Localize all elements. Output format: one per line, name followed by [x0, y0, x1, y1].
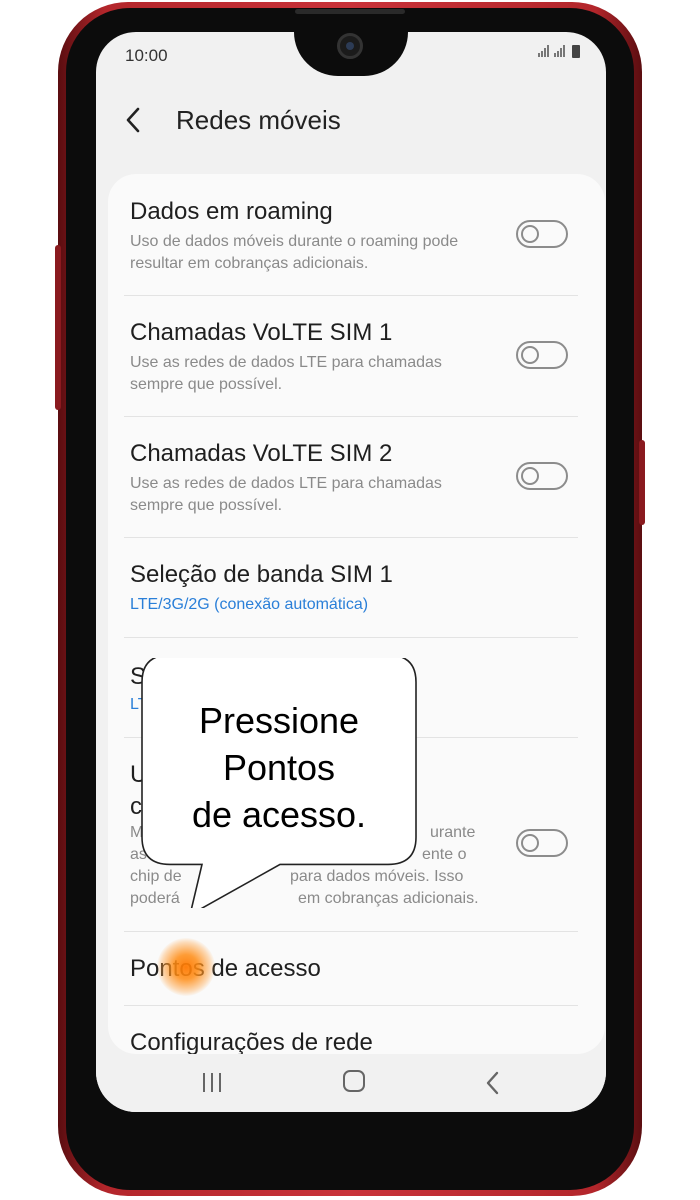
- setting-title: Chamadas VoLTE SIM 1: [130, 319, 393, 346]
- setting-title: Configurações de rede: [130, 1029, 373, 1054]
- chevron-left-icon: [126, 107, 140, 133]
- settings-list: Dados em roaming Uso de dados móveis dur…: [108, 174, 605, 1054]
- callout-line: Pontos: [222, 747, 336, 788]
- setting-roaming[interactable]: Dados em roaming Uso de dados móveis dur…: [108, 174, 605, 295]
- app-header: Redes móveis: [96, 94, 606, 144]
- setting-volte-sim1[interactable]: Chamadas VoLTE SIM 1 Use as redes de dad…: [108, 295, 605, 416]
- callout-text: Pressione Pontos de acesso.: [142, 697, 416, 838]
- setting-band-sim1[interactable]: Seleção de banda SIM 1 LTE/3G/2G (conexã…: [108, 537, 605, 637]
- nav-back-icon[interactable]: [485, 1064, 501, 1102]
- setting-volte-sim2[interactable]: Chamadas VoLTE SIM 2 Use as redes de dad…: [108, 416, 605, 537]
- data-sim-toggle[interactable]: [516, 829, 568, 857]
- status-time: 10:00: [125, 46, 168, 65]
- callout-line: Pressione: [198, 700, 360, 741]
- status-icons: [538, 45, 580, 60]
- page-title: Redes móveis: [176, 105, 341, 135]
- setting-title: Chamadas VoLTE SIM 2: [130, 440, 393, 467]
- chevron-left-icon: [486, 1071, 499, 1095]
- setting-subtitle: LTE/3G/2G (conexão automática): [130, 596, 369, 613]
- front-camera: [337, 33, 363, 59]
- volte-sim2-toggle[interactable]: [516, 462, 568, 490]
- setting-network-config[interactable]: Configurações de rede: [108, 1005, 605, 1054]
- volume-button: [55, 245, 61, 410]
- desc-fragment: ente o: [422, 846, 467, 863]
- callout-line: de acesso.: [191, 794, 367, 835]
- navigation-bar: [96, 1054, 606, 1112]
- setting-description: Use as redes de dados LTE para chamadas …: [130, 475, 442, 514]
- tap-indicator: [157, 938, 215, 996]
- home-icon[interactable]: [343, 1070, 365, 1092]
- recent-apps-icon[interactable]: [200, 1070, 224, 1094]
- setting-title: Seleção de banda SIM 1: [130, 561, 393, 588]
- earpiece-speaker: [295, 9, 405, 14]
- power-button: [639, 440, 645, 525]
- setting-title: Dados em roaming: [130, 198, 333, 225]
- roaming-toggle[interactable]: [516, 220, 568, 248]
- volte-sim1-toggle[interactable]: [516, 341, 568, 369]
- back-button[interactable]: [124, 100, 160, 138]
- setting-description: Uso de dados móveis durante o roaming po…: [130, 233, 459, 272]
- battery-icon: [572, 45, 580, 58]
- setting-description: Use as redes de dados LTE para chamadas …: [130, 354, 442, 393]
- desc-fragment: urante: [430, 824, 476, 841]
- signal-icon: [538, 45, 565, 57]
